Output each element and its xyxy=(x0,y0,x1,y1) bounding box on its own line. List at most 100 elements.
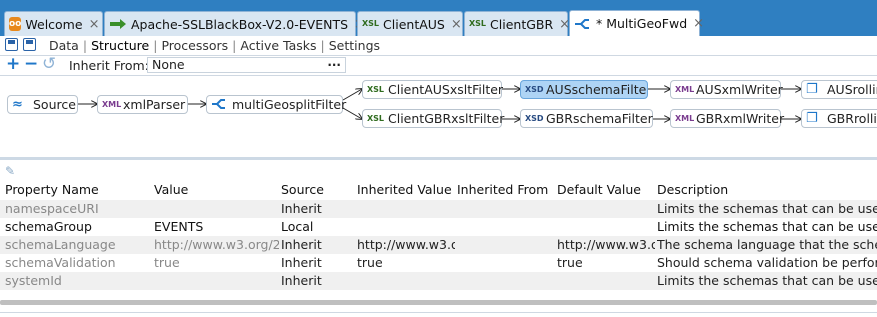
menu-bar: Data | Structure | Processors | Active Tasks | S… xyxy=(0,36,877,56)
property-name: schemaValidation xyxy=(5,255,116,270)
table-row[interactable]: schemaGroup EVENTS Local Limits the sche… xyxy=(0,218,877,236)
tab-label: ClientGBR xyxy=(490,16,554,32)
inherit-more-button[interactable]: ... xyxy=(327,55,341,69)
add-icon[interactable]: + xyxy=(6,56,20,73)
property-default-value: http://www.w3.or xyxy=(557,237,655,252)
menu-item-processors[interactable]: Processors xyxy=(161,38,228,53)
node-label: GBRxmlWriter xyxy=(696,111,785,126)
remove-icon[interactable]: − xyxy=(24,56,38,73)
tab-welcome[interactable]: oo Welcome × xyxy=(4,11,103,36)
column-header-description[interactable]: Description xyxy=(657,182,728,197)
tab-label: * MultiGeoFwd xyxy=(596,16,688,31)
tab-label: Welcome xyxy=(25,16,83,32)
save-icon[interactable] xyxy=(5,38,18,51)
property-description: Should schema validation be performe xyxy=(657,255,877,270)
close-icon[interactable]: × xyxy=(445,17,462,32)
menu-separator: | xyxy=(232,38,237,53)
menu-separator: | xyxy=(82,38,88,53)
tab-multigeofwd[interactable]: * MultiGeoFwd × xyxy=(569,10,704,36)
table-row[interactable]: schemaLanguage http://www.w3.org/20 Inhe… xyxy=(0,236,877,254)
node-label: xmlParser xyxy=(123,97,186,112)
column-header-inherited-from[interactable]: Inherited From xyxy=(457,182,548,197)
inherit-from-field[interactable]: None ... xyxy=(147,55,346,73)
node-clientausxsltfilter[interactable]: XSL ClientAUSxsltFilter xyxy=(362,80,504,99)
tab-bar: oo Welcome × Apache-SSLBlackBox-V2.0-EVE… xyxy=(0,0,877,36)
pane-splitter[interactable] xyxy=(0,157,877,160)
node-ausrollingappender[interactable]: ❐ AUSrollin xyxy=(801,80,877,99)
menu-separator: | xyxy=(153,38,158,53)
node-label: GBRschemaFilter xyxy=(546,111,653,126)
xsd-icon: XSD xyxy=(525,85,544,94)
tab-clientgbr[interactable]: XSL ClientGBR × xyxy=(464,11,570,36)
property-source: Inherit xyxy=(281,255,322,270)
node-label: Source xyxy=(33,97,76,112)
property-value: EVENTS xyxy=(154,219,204,234)
source-icon: ≈ xyxy=(12,97,23,112)
xsl-icon: XSL xyxy=(362,19,380,28)
table-row[interactable]: namespaceURI Inherit Limits the schemas … xyxy=(0,200,877,218)
node-label: AUSrollin xyxy=(827,82,877,97)
property-description: The schema language that the schema xyxy=(657,237,877,252)
node-label: multiGeosplitFilter xyxy=(232,97,347,112)
close-icon[interactable]: × xyxy=(83,17,100,32)
column-header-default-value[interactable]: Default Value xyxy=(557,182,641,197)
close-icon[interactable]: × xyxy=(687,16,704,31)
property-name: schemaLanguage xyxy=(5,237,116,252)
property-description: Limits the schemas that can be used t xyxy=(657,273,877,288)
save-as-icon[interactable] xyxy=(23,38,36,51)
node-gbrxmlwriter[interactable]: XML GBRxmlWriter xyxy=(670,109,785,128)
inherit-from-label: Inherit From: xyxy=(69,58,149,73)
table-row[interactable]: systemId Inherit Limits the schemas that… xyxy=(0,272,877,290)
menu-item-settings[interactable]: Settings xyxy=(329,38,380,53)
node-clientgbrxsltfilter[interactable]: XSL ClientGBRxsltFilter xyxy=(362,109,505,128)
tab-label: Apache-SSLBlackBox-V2.0-EVENTS xyxy=(131,16,349,32)
edit-pencil-icon[interactable]: ✎ xyxy=(5,164,15,178)
node-label: AUSxmlWriter xyxy=(696,82,783,97)
pipeline-arrow-icon xyxy=(109,17,127,31)
tab-apache-sslblackbox[interactable]: Apache-SSLBlackBox-V2.0-EVENTS × xyxy=(104,11,365,36)
node-label: ClientGBRxsltFilter xyxy=(388,111,505,126)
node-label: GBRrollin xyxy=(827,111,877,126)
menu-item-active-tasks[interactable]: Active Tasks xyxy=(240,38,316,53)
property-name: schemaGroup xyxy=(5,219,92,234)
xml-icon: XML xyxy=(102,100,122,109)
xsl-icon: XSL xyxy=(367,85,385,94)
property-source: Local xyxy=(281,219,314,234)
menu-separator: | xyxy=(320,38,325,53)
property-default-value: true xyxy=(557,255,583,270)
table-row[interactable]: schemaValidation true Inherit true true … xyxy=(0,254,877,272)
divider xyxy=(0,312,877,313)
property-inherited-value: http://www.w3.or xyxy=(357,237,455,252)
menu-item-data[interactable]: Data xyxy=(49,38,79,53)
xml-icon: XML xyxy=(675,85,695,94)
property-name: namespaceURI xyxy=(5,201,99,216)
view-menu: Data | Structure | Processors | Active Tasks | S… xyxy=(49,38,380,53)
node-xmlparser[interactable]: XML xmlParser xyxy=(97,95,188,114)
tab-clientaus[interactable]: XSL ClientAUS × xyxy=(357,11,463,36)
property-value: true xyxy=(154,255,180,270)
node-ausxmlwriter[interactable]: XML AUSxmlWriter xyxy=(670,80,783,99)
property-source: Inherit xyxy=(281,237,322,252)
column-header-inherited-value[interactable]: Inherited Value xyxy=(357,182,452,197)
property-source: Inherit xyxy=(281,201,322,216)
welcome-icon: oo xyxy=(9,17,22,31)
property-name: systemId xyxy=(5,273,62,288)
node-label: ClientAUSxsltFilter xyxy=(388,82,504,97)
close-icon[interactable]: × xyxy=(553,17,570,32)
column-header-source[interactable]: Source xyxy=(281,182,324,197)
xsl-icon: XSL xyxy=(469,19,487,28)
files-icon: ❐ xyxy=(806,82,818,97)
property-source: Inherit xyxy=(281,273,322,288)
inherit-toolbar: + − ↺ Inherit From: None ... xyxy=(0,55,877,76)
horizontal-scrollbar[interactable] xyxy=(0,300,877,305)
node-ausschemafilter[interactable]: XSD AUSschemaFilte xyxy=(520,80,648,99)
node-source[interactable]: ≈ Source xyxy=(7,95,78,114)
node-gbrschemafilter[interactable]: XSD GBRschemaFilter xyxy=(520,109,653,128)
column-header-value[interactable]: Value xyxy=(154,182,188,197)
menu-item-structure[interactable]: Structure xyxy=(91,38,149,53)
node-gbrrollingappender[interactable]: ❐ GBRrollin xyxy=(801,109,877,128)
column-header-property-name[interactable]: Property Name xyxy=(5,182,99,197)
restore-icon[interactable]: ↺ xyxy=(42,56,56,73)
node-multigeosplitfilter[interactable]: multiGeosplitFilter xyxy=(206,95,347,114)
xsd-icon: XSD xyxy=(525,114,544,123)
